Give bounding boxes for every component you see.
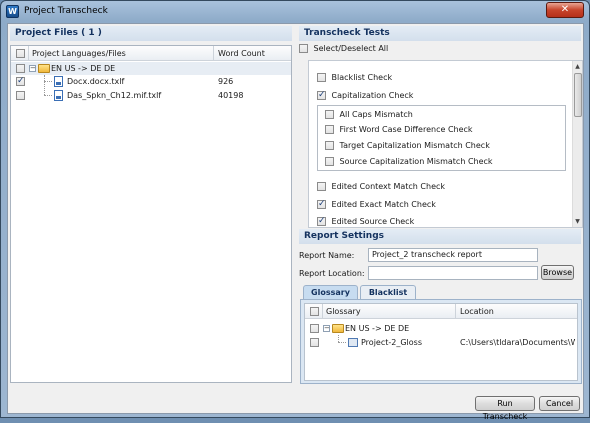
language-pair-label: EN US -> DE DE: [51, 64, 116, 73]
project-files-header: Project Files ( 1 ): [10, 26, 292, 41]
file-name: Das_Spkn_Ch12.mif.txlf: [67, 91, 162, 100]
edited-source-check-label: Edited Source Check: [331, 217, 415, 226]
select-all-checkbox[interactable]: [299, 44, 308, 53]
transcheck-tests-header: Transcheck Tests: [299, 26, 581, 41]
glossary-select-all-checkbox[interactable]: [310, 307, 319, 316]
window-title: Project Transcheck: [24, 6, 108, 16]
file-row[interactable]: Das_Spkn_Ch12.mif.txlf 40198: [11, 89, 291, 102]
edited-exact-match-checkbox[interactable]: [317, 198, 326, 211]
file-checkbox[interactable]: [16, 75, 25, 88]
target-capitalization-checkbox[interactable]: [325, 141, 334, 150]
folder-icon: [38, 64, 50, 73]
language-pair-row[interactable]: − EN US -> DE DE: [11, 62, 291, 75]
glossary-row-checkbox[interactable]: [310, 338, 319, 347]
col-location[interactable]: Location: [460, 304, 494, 319]
edited-source-check-option[interactable]: Edited Source Check: [317, 215, 414, 228]
report-name-label: Report Name:: [299, 251, 355, 260]
first-word-case-option[interactable]: First Word Case Difference Check: [325, 123, 473, 136]
edited-context-match-checkbox[interactable]: [317, 182, 326, 191]
col-languages-files[interactable]: Project Languages/Files: [32, 46, 126, 61]
app-icon: W: [6, 5, 19, 18]
title-bar[interactable]: W Project Transcheck ✕: [1, 1, 589, 23]
edited-context-match-option[interactable]: Edited Context Match Check: [317, 180, 445, 193]
target-capitalization-label: Target Capitalization Mismatch Check: [339, 141, 490, 150]
language-pair-checkbox[interactable]: [16, 64, 25, 73]
project-files-grid: Project Languages/Files Word Count − EN …: [10, 45, 292, 383]
collapse-toggle[interactable]: −: [323, 325, 330, 332]
report-name-input[interactable]: Project_2 transcheck report: [368, 248, 538, 262]
edited-context-match-label: Edited Context Match Check: [331, 182, 446, 191]
source-capitalization-label: Source Capitalization Mismatch Check: [339, 157, 493, 166]
glossary-language-pair-checkbox[interactable]: [310, 324, 319, 333]
glossary-grid: Glossary Location − EN US -> DE DE Proje…: [304, 303, 578, 381]
col-glossary[interactable]: Glossary: [326, 304, 361, 319]
blacklist-check-label: Blacklist Check: [331, 73, 393, 82]
edited-source-check-checkbox[interactable]: [317, 215, 326, 228]
scroll-up-arrow-icon[interactable]: ▲: [573, 62, 582, 71]
run-transcheck-button[interactable]: Run Transcheck: [475, 396, 535, 421]
glossary-row[interactable]: Project-2_Gloss C:\Users\tldara\Document…: [305, 336, 577, 349]
glossary-file-icon: [348, 338, 358, 347]
source-capitalization-option[interactable]: Source Capitalization Mismatch Check: [325, 155, 493, 168]
close-button[interactable]: ✕: [546, 2, 584, 18]
glossary-location: C:\Users\tldara\Documents\Wordfast\...: [460, 338, 575, 347]
capitalization-check-label: Capitalization Check: [331, 91, 414, 100]
file-word-count: 926: [218, 77, 234, 86]
select-all-option[interactable]: Select/Deselect All: [299, 44, 388, 53]
file-checkbox[interactable]: [16, 91, 25, 100]
tests-list: Blacklist Check Capitalization Check All…: [308, 60, 583, 228]
edited-exact-match-label: Edited Exact Match Check: [331, 200, 436, 209]
source-capitalization-checkbox[interactable]: [325, 157, 334, 166]
first-word-case-checkbox[interactable]: [325, 125, 334, 134]
all-caps-mismatch-label: All Caps Mismatch: [339, 110, 413, 119]
all-caps-mismatch-checkbox[interactable]: [325, 110, 334, 119]
file-word-count: 40198: [218, 91, 244, 100]
files-select-all-checkbox[interactable]: [16, 49, 25, 58]
select-all-label: Select/Deselect All: [313, 44, 389, 53]
scroll-down-arrow-icon[interactable]: ▼: [573, 217, 582, 226]
cancel-button[interactable]: Cancel: [539, 396, 580, 411]
col-word-count[interactable]: Word Count: [218, 46, 265, 61]
blacklist-check-checkbox[interactable]: [317, 73, 326, 82]
all-caps-mismatch-option[interactable]: All Caps Mismatch: [325, 108, 413, 121]
glossary-name: Project-2_Gloss: [361, 338, 422, 347]
glossary-language-pair-row[interactable]: − EN US -> DE DE: [305, 322, 577, 335]
blacklist-check-option[interactable]: Blacklist Check: [317, 71, 392, 84]
project-transcheck-window: W Project Transcheck ✕ Project Files ( 1…: [0, 0, 590, 421]
target-capitalization-option[interactable]: Target Capitalization Mismatch Check: [325, 139, 490, 152]
glossary-language-pair-label: EN US -> DE DE: [345, 324, 410, 333]
capitalization-check-checkbox[interactable]: [317, 89, 326, 102]
tab-glossary[interactable]: Glossary (0): [303, 285, 358, 311]
dialog-client: Project Files ( 1 ) Project Languages/Fi…: [7, 23, 584, 421]
files-grid-header: Project Languages/Files Word Count: [11, 46, 291, 61]
folder-icon: [332, 324, 344, 333]
glossary-tab-panel: Glossary Location − EN US -> DE DE Proje…: [300, 299, 582, 384]
edited-exact-match-option[interactable]: Edited Exact Match Check: [317, 198, 436, 211]
glossary-grid-header: Glossary Location: [305, 304, 577, 319]
report-location-label: Report Location:: [299, 269, 365, 278]
txlf-file-icon: [54, 90, 63, 101]
file-name: Docx.docx.txlf: [67, 77, 125, 86]
collapse-toggle[interactable]: −: [29, 65, 36, 72]
capitalization-subchecks-group: All Caps Mismatch First Word Case Differ…: [317, 105, 566, 171]
txlf-file-icon: [54, 76, 63, 87]
report-settings-header: Report Settings: [299, 229, 581, 244]
scroll-thumb[interactable]: [574, 73, 582, 117]
first-word-case-label: First Word Case Difference Check: [339, 125, 473, 134]
file-row[interactable]: Docx.docx.txlf 926: [11, 75, 291, 88]
browse-button[interactable]: Browse: [541, 265, 574, 280]
tests-scrollbar[interactable]: ▲ ▼: [572, 61, 582, 227]
tab-blacklist[interactable]: Blacklist (0): [360, 285, 416, 311]
capitalization-check-option[interactable]: Capitalization Check: [317, 89, 413, 102]
report-location-input[interactable]: [368, 266, 538, 280]
